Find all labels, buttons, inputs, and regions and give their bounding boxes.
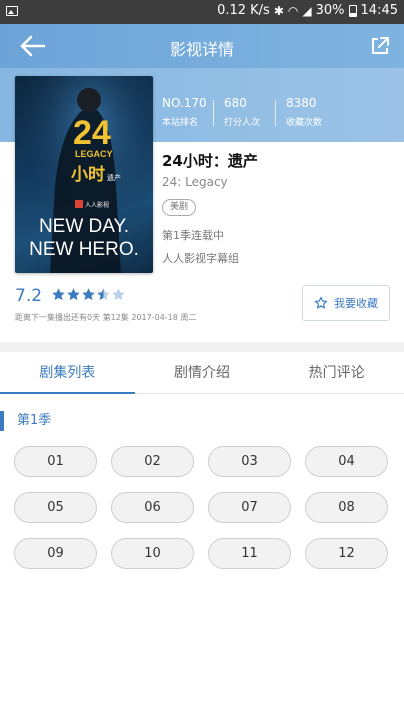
subtitle-group: 人人影视字幕组	[162, 252, 239, 265]
show-poster[interactable]: 24 LEGACY 小时 遗产 人人影视 NEW DAY. NEW HERO.	[15, 76, 153, 273]
network-speed: 0.12 K/s	[217, 3, 270, 18]
poster-cn-title: 小时	[71, 165, 105, 185]
episode-button[interactable]: 12	[305, 538, 388, 569]
gallery-notification-icon	[6, 6, 18, 16]
next-episode-info: 距离下一集播出还有0天 第12集 2017-04-18 周二	[15, 313, 197, 322]
episode-button[interactable]: 04	[305, 446, 388, 477]
poster-brand: 人人影视	[85, 201, 109, 209]
episode-button[interactable]: 10	[111, 538, 194, 569]
star-outline-icon	[314, 296, 328, 309]
star-icon	[112, 288, 125, 301]
show-title: 24小时：遗产	[162, 152, 258, 170]
star-icon	[97, 288, 110, 301]
season-heading: 第1季	[0, 411, 51, 431]
episode-button[interactable]: 05	[14, 492, 97, 523]
collect-button[interactable]: 我要收藏	[302, 285, 390, 321]
poster-legacy: LEGACY	[75, 149, 113, 159]
star-icon	[67, 288, 80, 301]
rating-score: 7.2	[15, 286, 43, 306]
episode-button[interactable]: 09	[14, 538, 97, 569]
poster-tagline-1: NEW DAY.	[39, 216, 129, 237]
stat-label: 打分人次	[224, 118, 261, 128]
stat-favorites: 8380 收藏次数	[286, 96, 339, 128]
collect-label: 我要收藏	[334, 297, 378, 310]
episode-button[interactable]: 11	[208, 538, 291, 569]
share-button[interactable]	[368, 34, 392, 58]
poster-tagline-2: NEW HERO.	[29, 239, 139, 260]
episode-button[interactable]: 07	[208, 492, 291, 523]
episode-button[interactable]: 06	[111, 492, 194, 523]
tab-comments[interactable]: 热门评论	[269, 352, 404, 393]
season-status: 第1季连载中	[162, 229, 224, 242]
stat-value: 680	[224, 96, 247, 110]
tab-bar: 剧集列表 剧情介绍 热门评论	[0, 352, 404, 394]
star-icon	[52, 288, 65, 301]
stat-value: 8380	[286, 96, 317, 110]
category-tag[interactable]: 美剧	[162, 199, 197, 216]
page-title: 影视详情	[169, 40, 234, 59]
brand-logo	[75, 200, 83, 208]
episode-button[interactable]: 03	[208, 446, 291, 477]
episode-button[interactable]: 02	[111, 446, 194, 477]
show-original-title: 24: Legacy	[162, 175, 228, 189]
battery-percent: 30%	[315, 3, 345, 18]
wifi-icon: ◠	[287, 3, 299, 18]
poster-24: 24	[73, 114, 111, 152]
tab-episodes[interactable]: 剧集列表	[0, 352, 135, 394]
battery-icon	[348, 4, 357, 17]
poster-cn-sub: 遗产	[107, 173, 121, 182]
stat-divider	[275, 100, 276, 126]
share-external-icon	[372, 37, 389, 54]
app-header: 影视详情	[0, 24, 404, 68]
stat-divider	[213, 100, 214, 126]
section-divider	[0, 342, 404, 352]
tab-synopsis[interactable]: 剧情介绍	[135, 352, 270, 393]
stat-raters: 680 打分人次	[224, 96, 277, 128]
signal-icon: ◢	[302, 3, 312, 18]
figure-head	[77, 88, 101, 112]
status-bar-right: 0.12 K/s ✱ ◠ ◢ 30% 14:45	[217, 3, 398, 18]
episode-button[interactable]: 08	[305, 492, 388, 523]
bluetooth-icon: ✱	[273, 3, 284, 18]
stat-label: 本站排名	[162, 118, 199, 128]
stat-rank: NO.170 本站排名	[162, 96, 215, 128]
stat-label: 收藏次数	[286, 118, 323, 128]
rating-stars	[51, 287, 126, 302]
clock: 14:45	[360, 3, 398, 18]
status-bar: 0.12 K/s ✱ ◠ ◢ 30% 14:45	[0, 0, 404, 24]
episode-grid: 01 02 03 04 05 06 07 08 09 10 11 12	[14, 446, 392, 569]
star-icon	[82, 288, 95, 301]
episode-button[interactable]: 01	[14, 446, 97, 477]
stat-value: NO.170	[162, 96, 207, 110]
stats-row: NO.170 本站排名 680 打分人次 8380 收藏次数	[162, 96, 339, 128]
